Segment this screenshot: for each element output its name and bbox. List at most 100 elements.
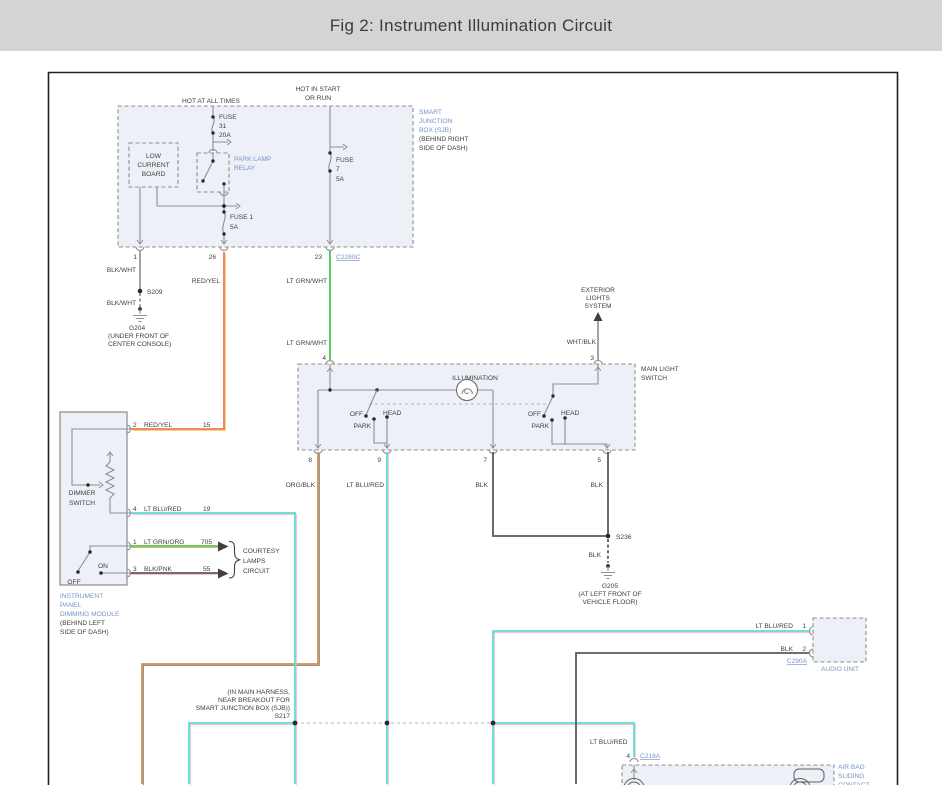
fuse1-label-2: 5A <box>230 224 239 231</box>
g205-label: G205 <box>602 583 618 590</box>
dimmer-off-label: OFF <box>67 579 80 586</box>
airbag-pin-label: 4 <box>626 753 630 760</box>
hot-at-all-times-label: HOT AT ALL TIMES <box>182 98 241 105</box>
lcb-label-1: LOW <box>146 153 162 160</box>
airbag-wire-label: LT BLU/RED <box>590 739 628 746</box>
airbag-name-2: SLIDING <box>838 773 864 780</box>
mls-pin9-label: 9 <box>377 457 381 464</box>
wire-label-lt-grn-wht-2: LT GRN/WHT <box>287 340 327 347</box>
dimmer-pin3-circuit: 55 <box>203 566 211 573</box>
wire-label-blk-wht-1: BLK/WHT <box>107 267 136 274</box>
courtesy-label-2: LAMPS <box>243 558 266 565</box>
sjb-connector-label: C2280C <box>336 254 360 261</box>
fuse7-label-3: 5A <box>336 176 345 183</box>
mls-sw2-head: HEAD <box>561 410 580 417</box>
g205-location-2: VEHICLE FLOOR) <box>583 599 638 606</box>
fuse31-label-3: 20A <box>219 132 231 139</box>
exterior-label-1: EXTERIOR <box>581 287 615 294</box>
main-light-switch: MAIN LIGHT SWITCH 4 ILLUMINATION OFF PAR… <box>298 355 679 464</box>
airbag-name-3: CONTACT <box>838 782 869 785</box>
audio-unit: LT BLU/RED 1 BLK 2 C290A AUDIO UNIT <box>576 618 866 784</box>
courtesy-label-3: CIRCUIT <box>243 568 270 575</box>
audio-pin2-label: 2 <box>802 646 806 653</box>
dimmer-name-3: DIMMING MODULE <box>60 611 120 618</box>
mls-name-2: SWITCH <box>641 375 667 382</box>
wire-label-blk-g: BLK <box>589 552 602 559</box>
dimmer-pin2-num: 2 <box>133 422 137 429</box>
wire-label-wht-blk: WHT/BLK <box>567 339 597 346</box>
sjb-pin1-label: 1 <box>133 254 137 261</box>
wire-lt-blu-red-stripes <box>132 453 810 785</box>
fuse7-label-2: 7 <box>336 166 340 173</box>
audio-wire2-label: BLK <box>781 646 794 653</box>
wire-label-org-blk: ORG/BLK <box>286 482 316 489</box>
dimmer-box <box>60 412 127 585</box>
sjb-pin26-label: 26 <box>209 254 217 261</box>
figure-title: Fig 2: Instrument Illumination Circuit <box>330 16 613 36</box>
courtesy-lamps-circuit: COURTESY LAMPS CIRCUIT <box>131 542 280 579</box>
ground-symbol-g205-icon <box>601 566 615 579</box>
sjb-pin23-label: 23 <box>315 254 323 261</box>
mls-name-1: MAIN LIGHT <box>641 366 679 373</box>
wiring-diagram: HOT AT ALL TIMES HOT IN START OR RUN SMA… <box>0 51 942 785</box>
mls-pin7-label: 7 <box>483 457 487 464</box>
audio-pin1-label: 1 <box>802 623 806 630</box>
splice-s209-label: S209 <box>147 289 163 296</box>
dimmer-pin1-circuit: 705 <box>201 539 212 546</box>
mls-pin4-label: 4 <box>322 355 326 362</box>
mls-pin3-label: 3 <box>590 355 594 362</box>
g204-location-2: CENTER CONSOLE) <box>108 341 171 348</box>
airbag-connector-label: C218A <box>640 753 661 760</box>
mls-pin5-label: 5 <box>597 457 601 464</box>
illumination-label: ILLUMINATION <box>452 375 498 382</box>
sjb-location-1: (BEHIND RIGHT <box>419 136 468 143</box>
wire-lt-blu-red-branch <box>189 723 295 784</box>
audio-name-label: AUDIO UNIT <box>821 666 859 673</box>
splice-s236-label: S236 <box>616 534 632 541</box>
exterior-label-2: LIGHTS <box>586 295 610 302</box>
dimmer-name-1: INSTRUMENT <box>60 593 103 600</box>
mls-sw2-park: PARK <box>532 423 550 430</box>
dimmer-switch-label-1: DIMMER <box>69 490 96 497</box>
dimmer-pin4-wire: LT BLU/RED <box>144 506 182 513</box>
wire-label-blk-5: BLK <box>591 482 604 489</box>
mls-sw2-off: OFF <box>528 411 541 418</box>
brace-icon <box>229 542 240 579</box>
sjb-location-2: SIDE OF DASH) <box>419 145 468 152</box>
dimmer-name-2: PANEL <box>60 602 81 609</box>
mls-sw1-head: HEAD <box>383 410 402 417</box>
airbag-pin-arc <box>630 759 638 762</box>
audio-connector-label: C290A <box>787 658 808 665</box>
hot-in-start-label-1: HOT IN START <box>295 86 340 93</box>
wire-blk-ground <box>493 452 608 536</box>
arrow-right-icon-1 <box>218 542 229 552</box>
dimmer-switch-label-2: SWITCH <box>69 500 95 507</box>
wire-lt-blu-red-audio <box>493 631 809 784</box>
wire-org-blk-stripe <box>143 453 319 785</box>
dimmer-pin3-num: 3 <box>133 566 137 573</box>
smart-junction-box: HOT AT ALL TIMES HOT IN START OR RUN SMA… <box>118 86 468 261</box>
dimmer-pin3-wire: BLK/PNK <box>144 566 172 573</box>
s217-note-1: (IN MAIN HARNESS, <box>227 689 290 696</box>
dimmer-pin2-wire: RED/YEL <box>144 422 173 429</box>
dimming-module: DIMMER SWITCH ON OFF 2 RED/YEL 15 4 LT B… <box>60 412 212 636</box>
dimmer-pin2-circuit: 15 <box>203 422 211 429</box>
illumination-lamp-icon <box>457 380 478 401</box>
dimmer-pin4-num: 4 <box>133 506 137 513</box>
wire-label-lt-grn-wht-1: LT GRN/WHT <box>287 278 327 285</box>
exterior-label-3: SYSTEM <box>584 303 611 310</box>
dimmer-location-1: (BEHIND LEFT <box>60 620 105 627</box>
mls-sw1-off: OFF <box>350 411 363 418</box>
dimmer-location-2: SIDE OF DASH) <box>60 629 109 636</box>
relay-name-1: PARK LAMP <box>234 156 272 163</box>
courtesy-label-1: COURTESY <box>243 548 280 555</box>
fuse1-label-1: FUSE 1 <box>230 214 253 221</box>
dimmer-pin4-circuit: 19 <box>203 506 211 513</box>
airbag-sliding-contact: LT BLU/RED 4 C218A AIR BAG SLIDING CONTA… <box>590 739 869 785</box>
up-arrow-icon <box>594 312 603 321</box>
s217-note-2: NEAR BREAKOUT FOR <box>218 697 290 704</box>
wire-blk-audio <box>576 653 809 784</box>
relay-name-2: RELAY <box>234 165 256 172</box>
g205-location-1: (AT LEFT FRONT OF <box>578 591 641 598</box>
ground-branch-g205: S236 BLK G205 (AT LEFT FRONT OF VEHICLE … <box>493 452 642 606</box>
